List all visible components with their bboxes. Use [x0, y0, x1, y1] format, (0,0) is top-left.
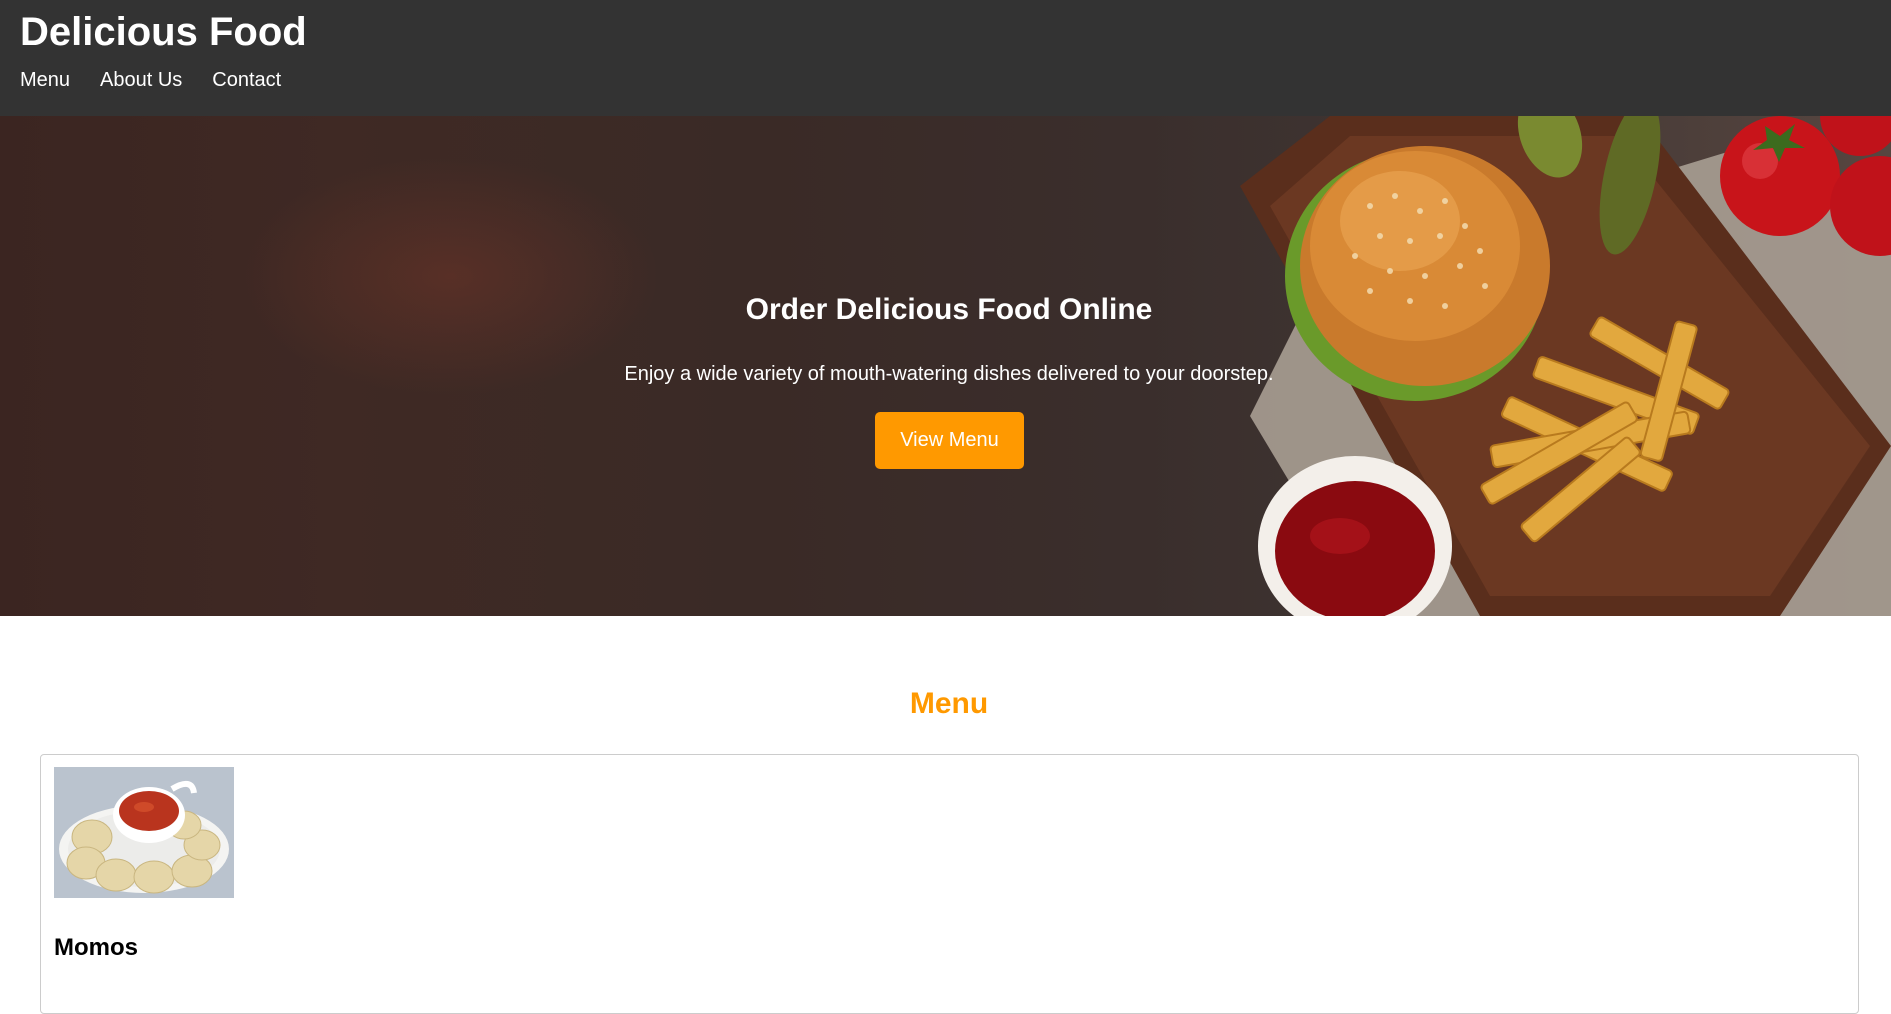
menu-item-name: Momos [54, 934, 138, 961]
site-title: Delicious Food [20, 10, 307, 54]
hero-subtitle: Enjoy a wide variety of mouth-watering d… [624, 363, 1274, 385]
hero-background-glow [240, 156, 660, 396]
main-nav: Menu About Us Contact [20, 68, 281, 92]
nav-link-menu[interactable]: Menu [20, 68, 70, 92]
menu-section-heading: Menu [909, 687, 989, 720]
hero-banner: Order Delicious Food Online Enjoy a wide… [0, 116, 1891, 616]
menu-item-card: Momos [40, 754, 1859, 1014]
site-header: Delicious Food Menu About Us Contact [0, 0, 1891, 116]
nav-link-about-us[interactable]: About Us [100, 68, 182, 92]
momos-image [54, 767, 234, 898]
nav-link-contact[interactable]: Contact [212, 68, 281, 92]
view-menu-button[interactable]: View Menu [875, 412, 1024, 469]
hero-title: Order Delicious Food Online [745, 293, 1153, 326]
